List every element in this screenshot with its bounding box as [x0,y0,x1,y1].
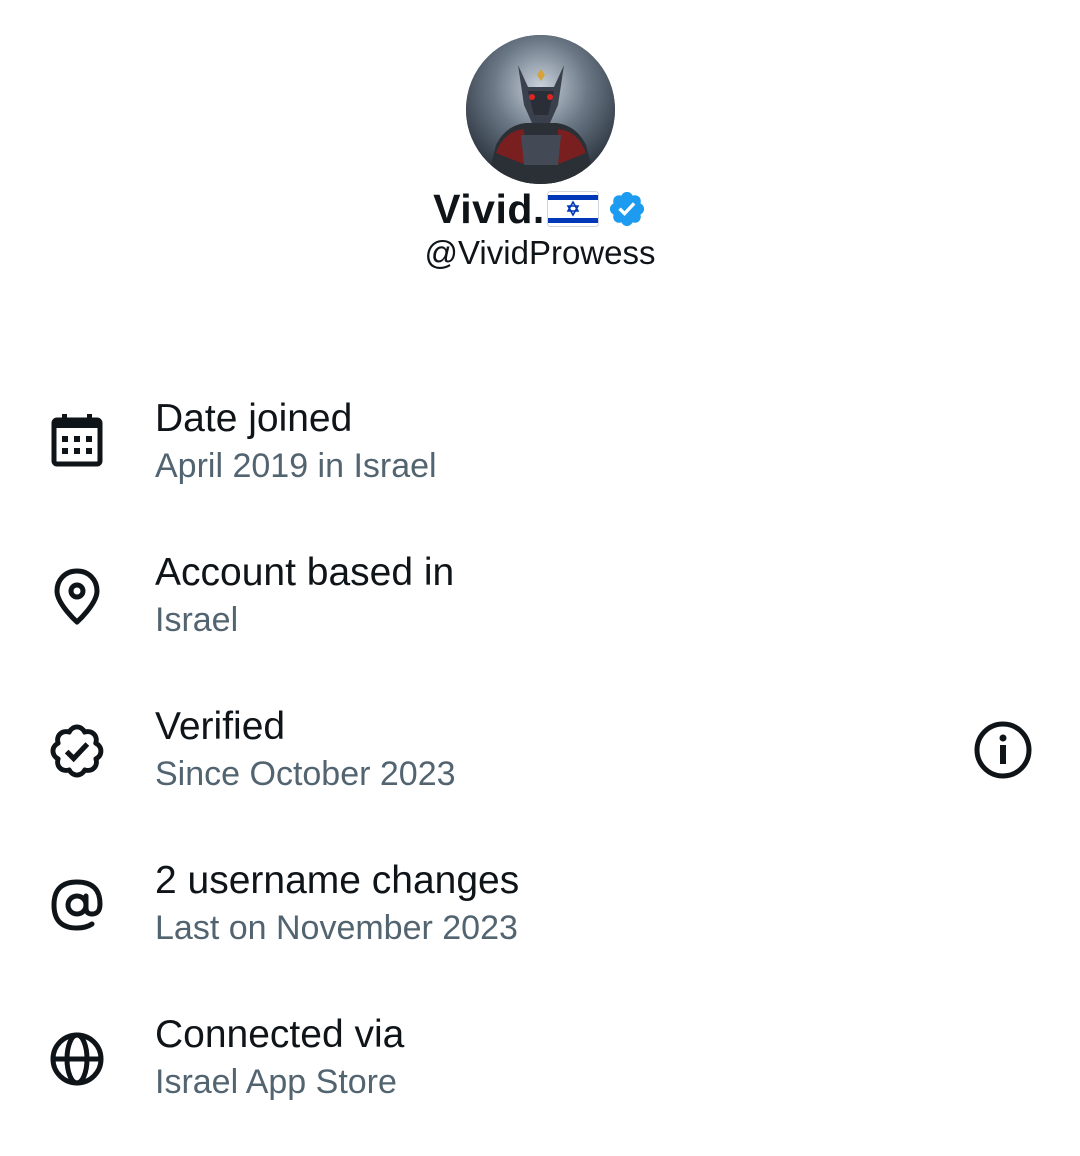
info-title: Connected via [155,1013,405,1056]
globe-icon [46,1028,108,1090]
handle: @VividProwess [424,234,656,271]
at-sign-icon [46,874,108,936]
info-title: Account based in [155,551,455,594]
verified-badge-icon[interactable] [607,189,647,229]
info-row-username-changes: 2 username changes Last on November 2023 [0,842,1080,996]
info-title: Date joined [155,397,353,440]
israel-flag-emoji [546,191,599,227]
info-subtitle: April 2019 in Israel [155,447,437,485]
name-row: Vivid. [0,184,1080,234]
info-title: Verified [155,705,286,748]
avatar[interactable] [466,35,615,184]
info-subtitle: Israel App Store [155,1063,397,1101]
info-row-verified: Verified Since October 2023 [0,688,1080,842]
info-row-date-joined: Date joined April 2019 in Israel [0,380,1080,534]
info-title: 2 username changes [155,859,520,902]
info-row-account-based-in: Account based in Israel [0,534,1080,688]
calendar-icon [46,412,108,474]
info-subtitle: Last on November 2023 [155,909,518,947]
location-pin-icon [46,566,108,628]
profile-header: Vivid. @VividProwess [0,0,1080,300]
display-name: Vivid. [433,185,545,232]
verified-outline-icon [46,720,108,782]
info-row-connected-via: Connected via Israel App Store [0,996,1080,1150]
info-subtitle: Since October 2023 [155,755,456,793]
info-circle-icon[interactable] [972,719,1034,781]
account-info-list: Date joined April 2019 in Israel Account… [0,380,1080,1150]
info-subtitle: Israel [155,601,239,639]
